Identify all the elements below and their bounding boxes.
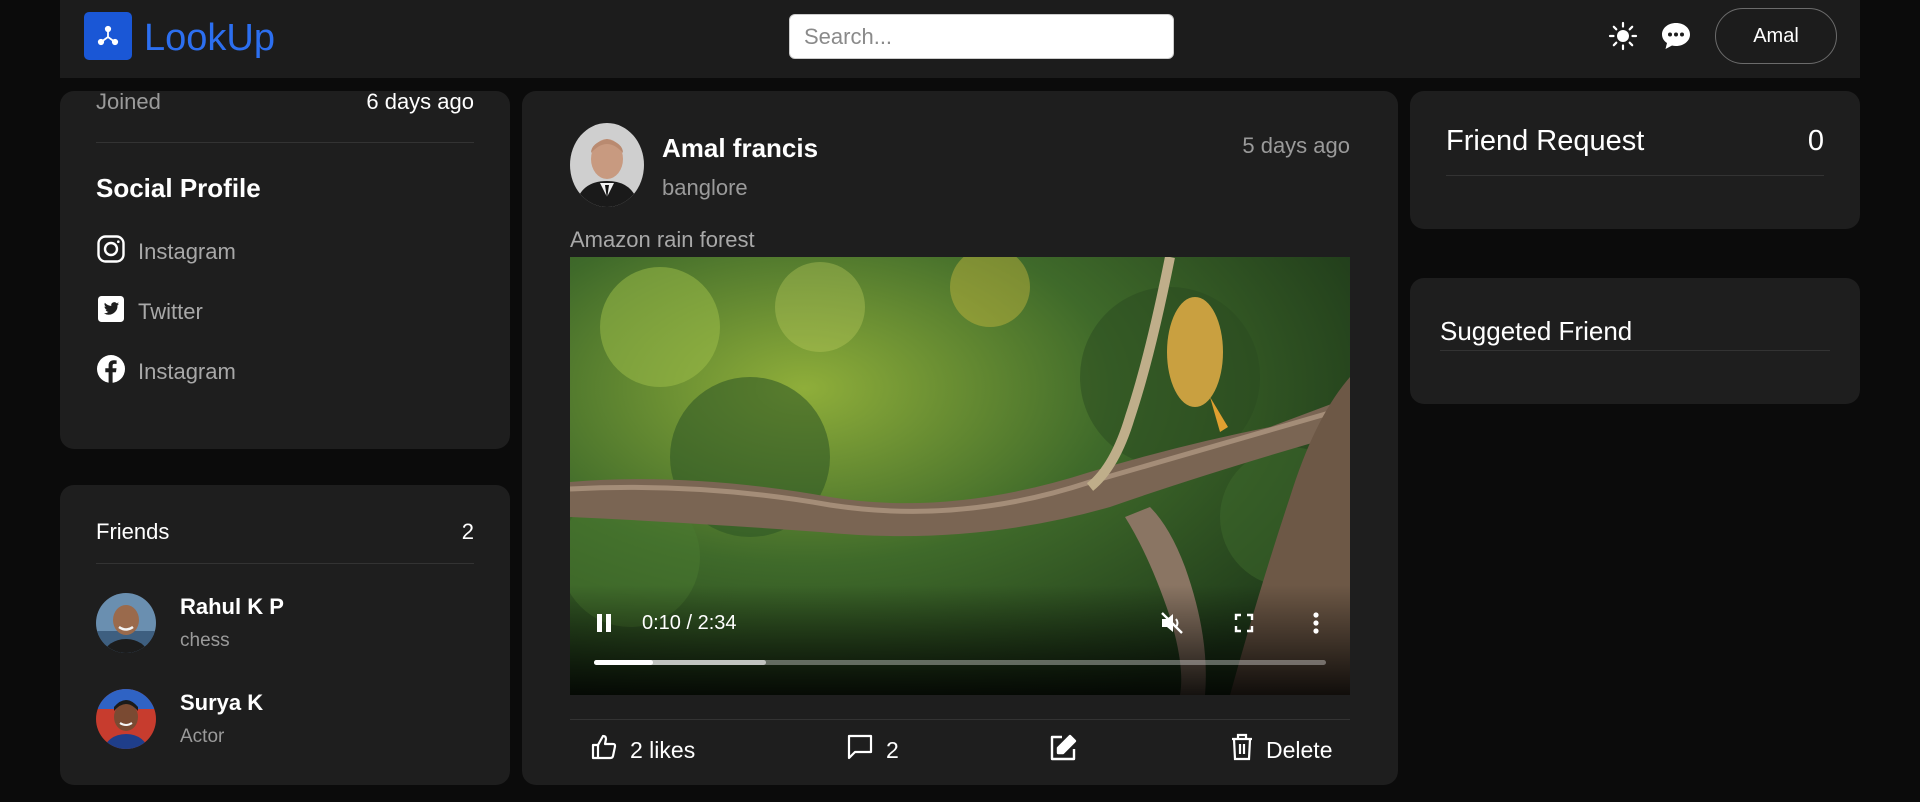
- friends-card: Friends 2 Rahul K P chess Surya K Actor: [60, 485, 510, 785]
- video-progress-bar: [594, 660, 653, 665]
- post-timestamp: 5 days ago: [1242, 133, 1350, 158]
- post-header: Amal francis banglore 5 days ago: [570, 123, 1350, 209]
- trash-icon: [1230, 733, 1254, 767]
- friends-title: Friends: [96, 519, 170, 544]
- pause-icon[interactable]: [590, 609, 618, 637]
- comment-icon: [846, 733, 874, 767]
- friend-request-header: Friend Request 0: [1446, 125, 1824, 158]
- friend-subtitle: chess: [180, 630, 230, 651]
- divider: [1446, 175, 1824, 176]
- thumbs-up-icon: [590, 733, 618, 767]
- joined-row: Joined 6 days ago: [96, 89, 474, 114]
- friend-request-count: 0: [1807, 125, 1824, 157]
- search-input[interactable]: [789, 14, 1174, 59]
- friend-subtitle: Actor: [180, 726, 225, 747]
- friend-request-card: Friend Request 0: [1410, 91, 1860, 229]
- brand-name[interactable]: LookUp: [144, 14, 275, 62]
- joined-value: 6 days ago: [366, 89, 474, 114]
- social-link-label: Instagram: [138, 239, 236, 264]
- post-author[interactable]: Amal francis: [662, 133, 818, 164]
- edit-button[interactable]: [1048, 733, 1078, 769]
- friend-name: Surya K: [180, 690, 264, 715]
- fullscreen-icon[interactable]: [1228, 607, 1260, 639]
- suggested-friend-card: Suggeted Friend: [1410, 278, 1860, 404]
- avatar[interactable]: [570, 123, 644, 207]
- user-menu-button[interactable]: Amal: [1715, 8, 1837, 64]
- friend-item[interactable]: Surya K Actor: [96, 689, 263, 749]
- logo-icon[interactable]: [84, 12, 132, 60]
- like-button[interactable]: 2 likes: [590, 733, 695, 767]
- divider: [96, 142, 474, 143]
- video-controls: 0:10 / 2:34: [570, 585, 1350, 695]
- friend-name: Rahul K P: [180, 594, 284, 619]
- divider: [570, 719, 1350, 720]
- social-link-instagram[interactable]: Instagram: [96, 234, 236, 270]
- delete-button[interactable]: Delete: [1230, 733, 1332, 767]
- mute-icon[interactable]: [1156, 607, 1188, 639]
- video-player[interactable]: 0:10 / 2:34: [570, 257, 1350, 695]
- social-link-label: Instagram: [138, 359, 236, 384]
- friends-header: Friends 2: [96, 519, 474, 545]
- comments-count: 2: [886, 736, 899, 763]
- instagram-icon: [96, 234, 126, 270]
- twitter-icon: [96, 294, 126, 330]
- likes-count: 2 likes: [630, 736, 696, 763]
- more-options-icon[interactable]: [1300, 607, 1332, 639]
- friend-item[interactable]: Rahul K P chess: [96, 593, 284, 653]
- chat-icon[interactable]: [1658, 18, 1694, 54]
- avatar: [96, 593, 156, 653]
- edit-icon: [1048, 733, 1078, 769]
- top-navbar: LookUp Amal: [60, 0, 1860, 78]
- post-location: banglore: [662, 175, 748, 200]
- joined-label: Joined: [96, 89, 161, 114]
- video-progress-track[interactable]: [594, 660, 1326, 665]
- avatar: [96, 689, 156, 749]
- social-link-facebook[interactable]: Instagram: [96, 354, 236, 390]
- video-time: 0:10 / 2:34: [642, 612, 737, 634]
- friend-request-title: Friend Request: [1446, 125, 1645, 157]
- profile-card: Joined 6 days ago Social Profile Instagr…: [60, 89, 510, 449]
- social-profile-title: Social Profile: [96, 173, 261, 203]
- divider: [96, 563, 474, 564]
- post-card: Amal francis banglore 5 days ago Amazon …: [522, 91, 1398, 785]
- post-caption: Amazon rain forest: [570, 227, 755, 252]
- delete-label: Delete: [1266, 736, 1333, 763]
- social-link-label: Twitter: [138, 299, 203, 324]
- divider: [1440, 350, 1830, 351]
- friends-count: 2: [461, 519, 474, 544]
- social-link-twitter[interactable]: Twitter: [96, 294, 203, 330]
- sun-icon[interactable]: [1605, 18, 1641, 54]
- suggested-friend-title: Suggeted Friend: [1440, 316, 1633, 346]
- comment-button[interactable]: 2: [846, 733, 899, 767]
- facebook-icon: [96, 354, 126, 390]
